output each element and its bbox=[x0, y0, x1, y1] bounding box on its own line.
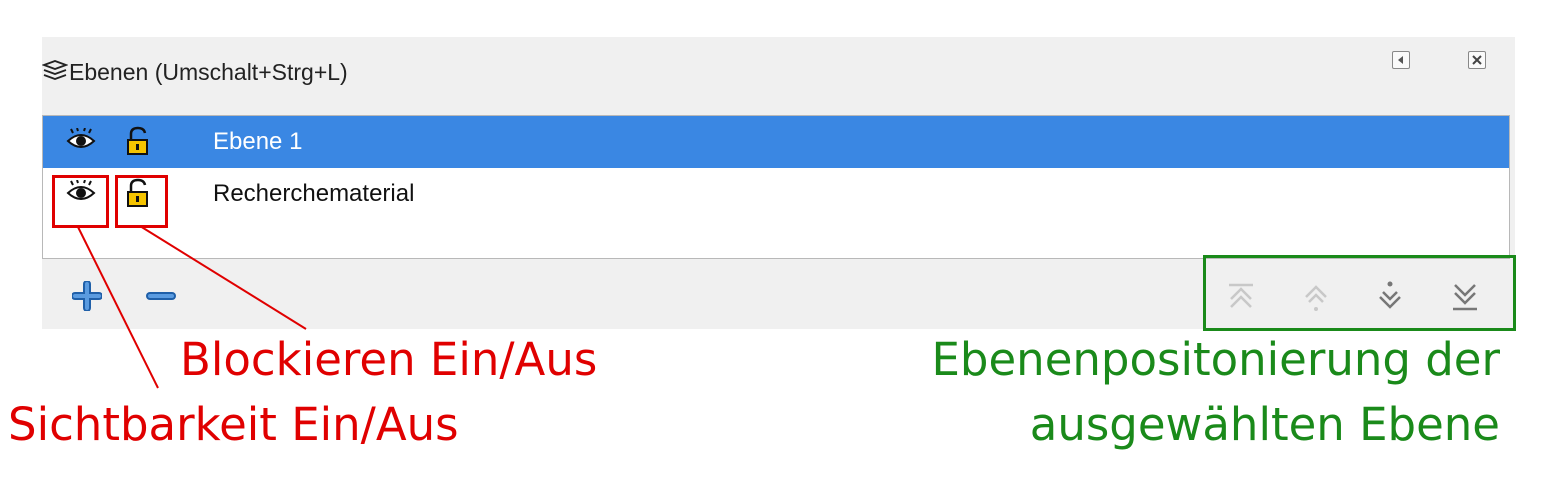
layer-name[interactable]: Recherchematerial bbox=[213, 180, 414, 208]
panel-titlebar: Ebenen (Umschalt+Strg+L) bbox=[42, 37, 1515, 103]
layers-icon bbox=[42, 60, 68, 80]
layer-row-ebene-1[interactable]: Ebene 1 bbox=[43, 116, 1509, 168]
layer-name[interactable]: Ebene 1 bbox=[213, 128, 302, 156]
plus-icon[interactable] bbox=[72, 281, 102, 311]
minus-icon[interactable] bbox=[146, 281, 176, 311]
eye-icon[interactable] bbox=[65, 128, 97, 154]
layer-row-recherchematerial[interactable]: Recherchematerial bbox=[43, 168, 1509, 220]
visibility-highlight-box bbox=[52, 175, 109, 228]
unlocked-padlock-icon[interactable] bbox=[125, 126, 151, 156]
close-icon[interactable] bbox=[1468, 51, 1486, 69]
collapse-icon[interactable] bbox=[1392, 51, 1410, 69]
position-annotation-label-line1: Ebenenpositonierung der bbox=[931, 333, 1501, 386]
panel-title: Ebenen (Umschalt+Strg+L) bbox=[69, 59, 348, 85]
position-highlight-box bbox=[1203, 255, 1516, 331]
layer-list: Ebene 1 Recherchematerial bbox=[42, 115, 1510, 259]
lock-highlight-box bbox=[115, 175, 168, 228]
lock-annotation-label: Blockieren Ein/Aus bbox=[180, 333, 598, 386]
position-annotation-label-line2: ausgewählten Ebene bbox=[1029, 398, 1500, 451]
visibility-annotation-label: Sichtbarkeit Ein/Aus bbox=[8, 398, 459, 451]
